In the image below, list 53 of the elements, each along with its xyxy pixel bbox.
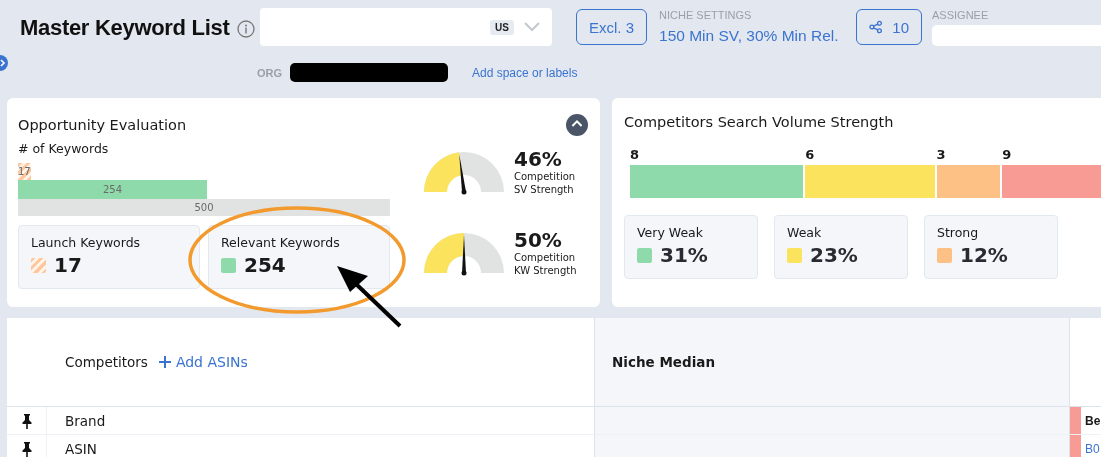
- stat-value: 254: [244, 253, 286, 277]
- legend-value: 23%: [810, 243, 858, 267]
- legend-value: 12%: [960, 243, 1008, 267]
- segment-value: 8: [630, 147, 640, 164]
- niche-settings-label: NICHE SETTINGS: [659, 9, 753, 21]
- annotation-arrow: [337, 266, 402, 328]
- gauge-reading: 50%: [514, 229, 563, 251]
- share-button[interactable]: 10: [856, 9, 922, 45]
- add-labels-link[interactable]: Add space or labels: [472, 65, 578, 80]
- segment-value: 9: [1002, 147, 1012, 164]
- asin-link[interactable]: B0: [1085, 441, 1100, 456]
- legend-label: Very Weak: [637, 225, 704, 240]
- exclusions-button[interactable]: Excl. 3: [576, 9, 647, 45]
- legend-swatch: [31, 257, 46, 273]
- stat-label: Launch Keywords: [31, 235, 142, 250]
- segment-value: 6: [805, 147, 815, 164]
- row-label: ASIN: [65, 440, 97, 457]
- gauge-reading: 46%: [514, 148, 563, 170]
- legend-label: Strong: [937, 225, 980, 240]
- pin-icon[interactable]: [20, 440, 33, 457]
- card-title: Competitors Search Volume Strength: [624, 114, 895, 130]
- legend-label: Weak: [787, 225, 823, 240]
- card-title: Opportunity Evaluation: [18, 117, 187, 133]
- share-icon: [869, 20, 883, 34]
- column-header: Competitors: [65, 354, 148, 370]
- gauge-caption: Competition KW Strength: [514, 251, 578, 277]
- org-label: ORG: [257, 66, 284, 79]
- stat-label: Relevant Keywords: [221, 235, 341, 250]
- add-asins-button[interactable]: Add ASINs: [157, 354, 248, 370]
- row-label: Brand: [65, 412, 106, 429]
- row-marker: [1070, 435, 1081, 457]
- keyword-bar: 254: [18, 180, 207, 199]
- column-header: Niche Median: [612, 354, 715, 370]
- row-marker: [1070, 407, 1081, 434]
- stat-value: 17: [54, 253, 82, 277]
- pin-icon[interactable]: [20, 412, 33, 429]
- collapse-button[interactable]: [566, 114, 588, 136]
- gauge-caption: Competition SV Strength: [514, 170, 577, 196]
- legend-swatch: [221, 257, 236, 273]
- assignee-field[interactable]: [932, 25, 1101, 46]
- marketplace-select[interactable]: US: [260, 8, 552, 46]
- chart-subtitle: # of Keywords: [18, 141, 110, 156]
- legend-value: 31%: [660, 243, 708, 267]
- keyword-bar: 500: [18, 199, 390, 216]
- table-cell: Be: [1085, 413, 1101, 428]
- info-icon[interactable]: [237, 20, 256, 38]
- page-title: Master Keyword List: [20, 15, 230, 41]
- niche-settings-value[interactable]: 150 Min SV, 30% Min Rel.: [659, 27, 844, 45]
- plus-icon: [157, 355, 172, 369]
- keyword-bar: 17: [18, 163, 31, 180]
- assignee-label: ASSIGNEE: [932, 9, 990, 21]
- country-badge: US: [490, 19, 514, 35]
- segment-value: 3: [936, 147, 946, 164]
